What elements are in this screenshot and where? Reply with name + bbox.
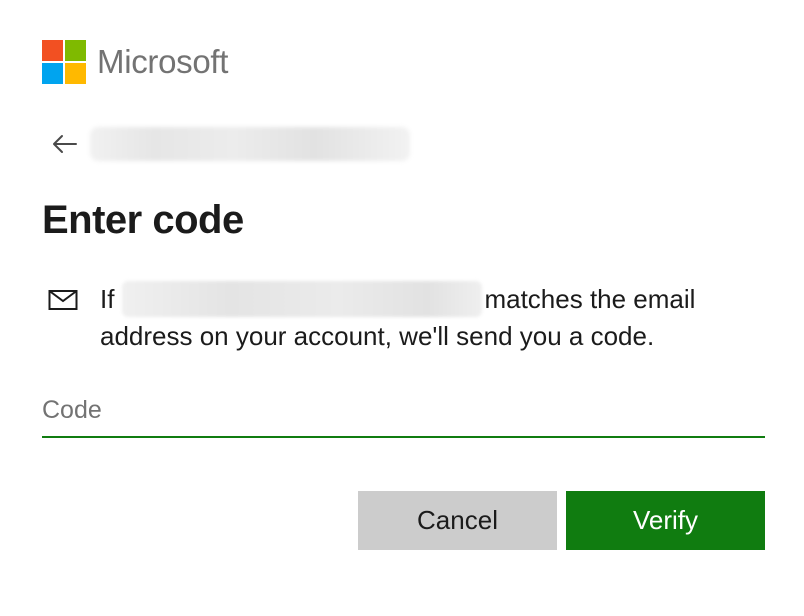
page-title: Enter code: [42, 198, 244, 242]
info-message: If matches the email address on your acco…: [48, 281, 748, 355]
message-prefix: If: [100, 284, 115, 314]
brand-name: Microsoft: [97, 43, 229, 80]
microsoft-logo-icon: [42, 40, 86, 84]
verify-button[interactable]: Verify: [566, 491, 765, 550]
microsoft-logo: Microsoft: [42, 40, 228, 84]
back-arrow-icon[interactable]: [50, 124, 78, 164]
blurred-account-email: [90, 127, 410, 161]
cancel-button[interactable]: Cancel: [358, 491, 557, 550]
mail-icon: [48, 283, 82, 317]
code-input[interactable]: [42, 384, 765, 438]
sign-in-page: Microsoft Enter code If matches the email…: [0, 0, 804, 616]
blurred-message-email: [122, 281, 483, 317]
message-text: If matches the email address on your acco…: [100, 281, 748, 355]
identity-row: [50, 124, 410, 164]
